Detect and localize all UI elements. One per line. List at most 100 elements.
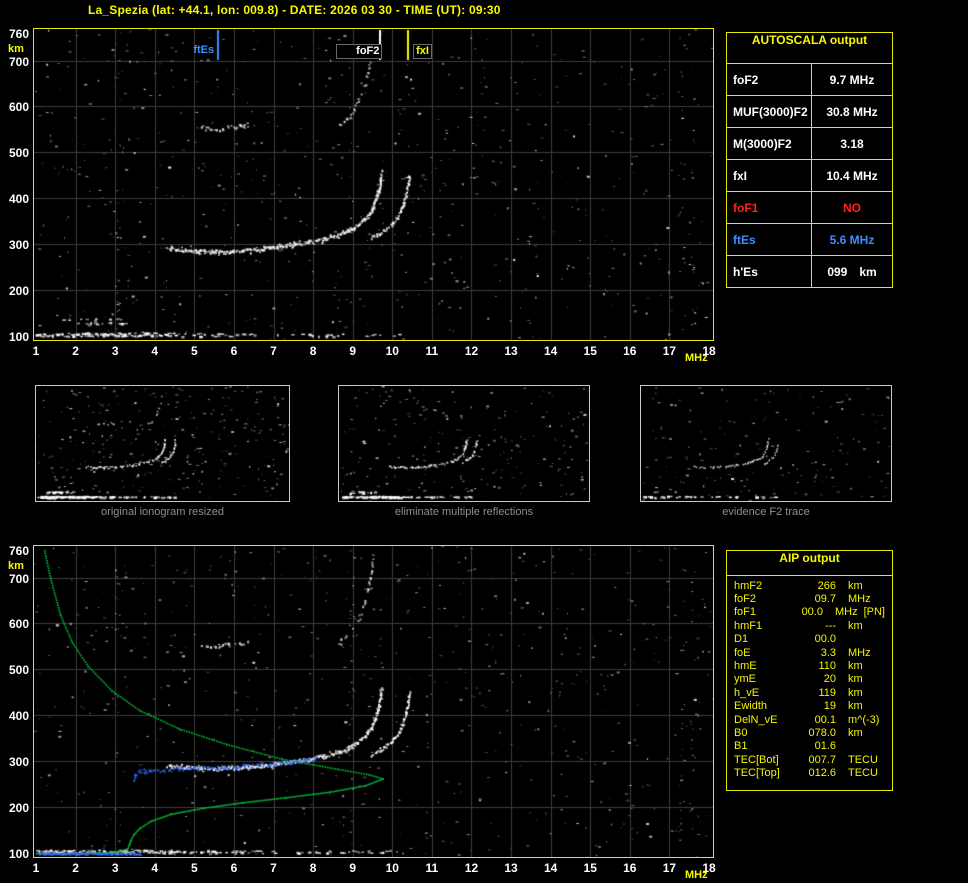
top-x-tick-label: 10 (381, 344, 403, 358)
bottom-x-tick-label: 15 (579, 861, 601, 875)
autoscala-row-value: 5.6 MHz (812, 224, 892, 255)
aip-row-unit: TECU (848, 767, 878, 779)
aip-row: hmE110 km (727, 659, 892, 672)
autoscala-row-value: 10.4 MHz (812, 160, 892, 191)
thumb-caption-original: original ionogram resized (35, 506, 290, 518)
top-y-tick-label: 760 (3, 27, 29, 41)
bottom-x-tick-label: 6 (223, 861, 245, 875)
bottom-x-tick-label: 11 (421, 861, 443, 875)
aip-output-panel: AIP output hmF2266kmfoF209.7MHzfoF100.0M… (726, 550, 893, 791)
autoscala-row-label: MUF(3000)F2 (727, 96, 812, 127)
autoscala-row-label: foF2 (727, 64, 812, 95)
aip-row-label: TEC[Bot] (734, 754, 796, 766)
aip-row-label: foF1 (734, 606, 788, 618)
autoscala-row-value: 9.7 MHz (812, 64, 892, 95)
autoscala-row: h'Es099km (727, 256, 892, 287)
top-x-tick-label: 9 (342, 344, 364, 358)
aip-row-value: 00.1 (796, 714, 836, 726)
aip-row-value: 119 (796, 687, 836, 699)
top-x-tick-label: 13 (500, 344, 522, 358)
aip-row: D100.0 (727, 633, 892, 646)
aip-row-value: 110 (796, 660, 836, 672)
aip-row: ymE20km (727, 673, 892, 686)
autoscala-window: La_Spezia (lat: +44.1, lon: 009.8) - DAT… (0, 0, 968, 883)
station-date-title: La_Spezia (lat: +44.1, lon: 009.8) - DAT… (88, 3, 501, 17)
aip-row-unit: MHz (848, 593, 871, 605)
bottom-y-tick-label: 760 (3, 544, 29, 558)
aip-row-unit: km (848, 673, 863, 685)
aip-row-value: 266 (796, 580, 836, 592)
aip-row-unit: km (848, 727, 863, 739)
autoscala-row-value-text: 099 (827, 265, 847, 279)
autoscala-rows: foF29.7 MHzMUF(3000)F2 30.8 MHz M(3000)F2 3… (727, 64, 892, 287)
thumb-caption-eliminate: eliminate multiple reflections (338, 506, 590, 518)
aip-row-label: B0 (734, 727, 796, 739)
aip-row-label: hmE (734, 660, 796, 672)
autoscala-row-value-text: 10.4 MHz (826, 169, 877, 183)
top-y-tick-label: 600 (3, 100, 29, 114)
top-x-tick-label: 7 (263, 344, 285, 358)
marker-label-fxi: fxI (413, 44, 432, 59)
aip-row-label: hmF2 (734, 580, 796, 592)
top-x-tick-label: 16 (619, 344, 641, 358)
top-x-tick-label: 3 (104, 344, 126, 358)
autoscala-row-value-text: 30.8 MHz (826, 105, 877, 119)
autoscala-row-unit: km (859, 265, 876, 279)
aip-panel-title: AIP output (727, 551, 892, 576)
autoscala-row-value-text: 3.18 (840, 137, 863, 151)
ionogram-top-plot (33, 28, 714, 341)
aip-row-value: 20 (796, 673, 836, 685)
aip-row-unit: MHz (835, 606, 858, 618)
bottom-y-tick-label: 300 (3, 755, 29, 769)
autoscala-row: MUF(3000)F2 30.8 MHz (727, 96, 892, 128)
top-y-tick-label: 500 (3, 146, 29, 160)
autoscala-row-label: ftEs (727, 224, 812, 255)
aip-row: h_vE119km (727, 686, 892, 699)
autoscala-row-label: foF1 (727, 192, 812, 223)
autoscala-row-label: M(3000)F2 (727, 128, 812, 159)
top-x-tick-label: 6 (223, 344, 245, 358)
marker-label-fof2: foF2 (336, 44, 382, 59)
autoscala-row-value: NO (812, 192, 892, 223)
thumb-eliminate-canvas (339, 386, 589, 501)
aip-row-unit: km (848, 660, 863, 672)
aip-row-unit: m^(-3) (848, 714, 879, 726)
aip-rows: hmF2266kmfoF209.7MHzfoF100.0MHz[PN]hmF1-… (727, 579, 892, 780)
aip-row-unit: MHz (848, 647, 871, 659)
bottom-x-tick-label: 16 (619, 861, 641, 875)
aip-row: TEC[Top]012.6TECU (727, 766, 892, 779)
aip-row-unit: km (848, 700, 863, 712)
autoscala-output-panel: AUTOSCALA output foF29.7 MHzMUF(3000)F23… (726, 32, 893, 288)
thumb-evidence-canvas (641, 386, 891, 501)
aip-row-label: DelN_vE (734, 714, 796, 726)
aip-row-unit: TECU (848, 754, 878, 766)
top-y-tick-label: 200 (3, 284, 29, 298)
bottom-y-tick-label: 500 (3, 663, 29, 677)
aip-row: Ewidth19km (727, 700, 892, 713)
bottom-x-tick-label: 1 (25, 861, 47, 875)
top-x-tick-label: 17 (658, 344, 680, 358)
aip-row: B0078.0 km (727, 726, 892, 739)
aip-row-unit: km (848, 580, 863, 592)
bottom-x-tick-label: 14 (540, 861, 562, 875)
top-y-tick-label: 100 (3, 330, 29, 344)
thumb-evidence-f2 (640, 385, 892, 502)
aip-row-value: 007.7 (796, 754, 836, 766)
aip-row-value: 19 (796, 700, 836, 712)
top-x-tick-label: 15 (579, 344, 601, 358)
ionogram-top-canvas (34, 29, 713, 340)
top-y-tick-label: 300 (3, 238, 29, 252)
bottom-x-tick-label: 17 (658, 861, 680, 875)
aip-row-value: 012.6 (796, 767, 836, 779)
top-y-tick-label: 400 (3, 192, 29, 206)
autoscala-row: fxI10.4 MHz (727, 160, 892, 192)
autoscala-row-value: 099 km (812, 256, 892, 287)
bottom-y-tick-label: 700 (3, 572, 29, 586)
bottom-y-tick-label: 400 (3, 709, 29, 723)
thumb-original-ionogram (35, 385, 290, 502)
bottom-x-tick-label: 9 (342, 861, 364, 875)
aip-row-value: 078.0 (796, 727, 836, 739)
marker-label-ftes: ftEs (174, 44, 214, 57)
aip-row-value: 09.7 (796, 593, 836, 605)
aip-row-value: 00.0 (788, 606, 823, 618)
